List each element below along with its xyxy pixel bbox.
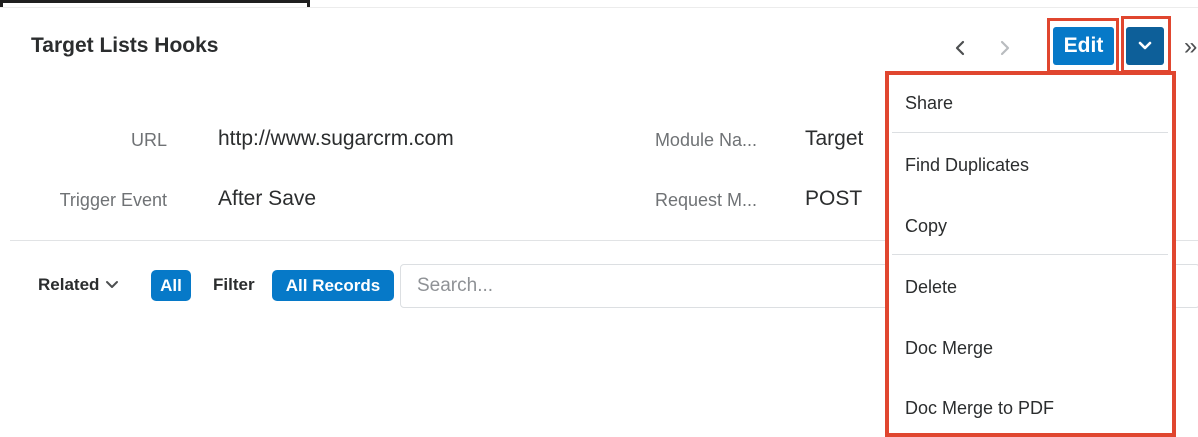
menu-item-delete[interactable]: Delete bbox=[905, 277, 957, 298]
menu-item-find-duplicates[interactable]: Find Duplicates bbox=[905, 155, 1029, 176]
filter-label: Filter bbox=[213, 275, 255, 294]
related-dropdown[interactable]: Related bbox=[38, 275, 119, 295]
chevron-down-icon bbox=[106, 281, 119, 288]
next-record-button[interactable] bbox=[994, 37, 1014, 59]
top-annotation-fragment bbox=[0, 0, 310, 7]
url-label: URL bbox=[130, 130, 167, 150]
menu-separator bbox=[892, 254, 1168, 255]
chevron-down-icon bbox=[1138, 41, 1152, 50]
menu-separator bbox=[892, 132, 1168, 133]
edit-button[interactable]: Edit bbox=[1053, 27, 1114, 65]
actions-dropdown-button[interactable] bbox=[1126, 27, 1164, 65]
previous-record-button[interactable] bbox=[951, 37, 971, 59]
top-border bbox=[0, 7, 1198, 8]
record-title: Target Lists Hooks bbox=[31, 34, 219, 57]
menu-item-doc-merge-to-pdf[interactable]: Doc Merge to PDF bbox=[905, 398, 1054, 419]
module-name-label: Module Na... bbox=[654, 130, 757, 150]
filter-all-records-pill[interactable]: All Records bbox=[272, 270, 394, 301]
double-chevron-right-icon[interactable]: » bbox=[1184, 35, 1197, 59]
chevron-right-icon bbox=[1000, 40, 1010, 56]
trigger-event-label: Trigger Event bbox=[59, 190, 167, 210]
menu-item-doc-merge[interactable]: Doc Merge bbox=[905, 338, 993, 359]
menu-item-copy[interactable]: Copy bbox=[905, 216, 947, 237]
trigger-event-value: After Save bbox=[218, 187, 317, 210]
request-method-value: POST bbox=[805, 187, 863, 210]
related-all-pill[interactable]: All bbox=[151, 270, 191, 301]
url-value[interactable]: http://www.sugarcrm.com bbox=[218, 127, 454, 151]
related-label: Related bbox=[38, 275, 100, 294]
module-name-value: Target bbox=[805, 127, 864, 150]
chevron-left-icon bbox=[955, 40, 965, 56]
request-method-label: Request M... bbox=[654, 190, 757, 210]
menu-item-share[interactable]: Share bbox=[905, 93, 953, 114]
